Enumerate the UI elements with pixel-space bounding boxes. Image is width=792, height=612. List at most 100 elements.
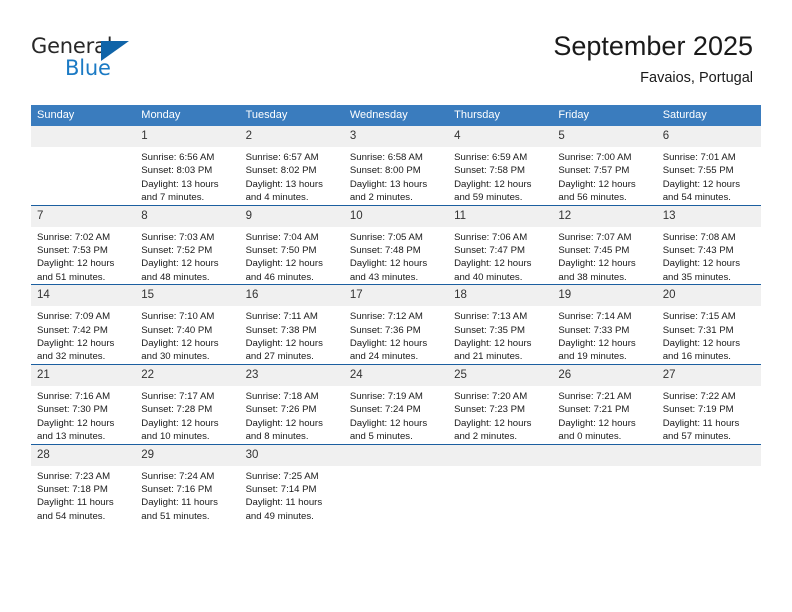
day-details: Sunrise: 7:23 AM Sunset: 7:18 PM Daylight:… (31, 466, 135, 524)
sunrise-time: Sunrise: 7:09 AM (37, 311, 111, 323)
day-number: 12 (552, 205, 657, 227)
daylight-duration-line2: and 59 minutes. (454, 192, 523, 204)
sunset-time: Sunset: 7:58 PM (454, 165, 526, 177)
calendar-day-cell[interactable]: 24 Sunrise: 7:19 AM Sunset: 7:24 PM Dayligh… (343, 363, 449, 444)
weekday-header-tuesday: Tuesday (239, 105, 344, 126)
calendar-day-cell[interactable]: 28 Sunrise: 7:23 AM Sunset: 7:18 PM Dayligh… (31, 443, 136, 524)
day-number: 22 (135, 364, 240, 386)
daylight-duration-line2: and 2 minutes. (349, 192, 413, 204)
sunset-time: Sunset: 7:36 PM (349, 324, 421, 336)
calendar-day-cell[interactable]: 4 Sunrise: 6:59 AM Sunset: 7:58 PM Daylight… (448, 126, 553, 206)
calendar-day-cell[interactable]: 30 Sunrise: 7:25 AM Sunset: 7:14 PM Dayligh… (239, 443, 344, 524)
daylight-duration-line2: and 27 minutes. (245, 351, 314, 363)
general-blue-logo[interactable]: General Blue (31, 34, 161, 84)
page-title: September 2025 (553, 31, 753, 61)
daylight-duration-line1: Daylight: 12 hours (454, 258, 532, 270)
day-number: 7 (31, 205, 136, 227)
logo-text-blue: Blue (65, 56, 111, 80)
day-details: Sunrise: 7:14 AM Sunset: 7:33 PM Daylight:… (552, 306, 656, 364)
sunrise-time: Sunrise: 7:14 AM (558, 311, 632, 323)
daylight-duration-line1: Daylight: 12 hours (141, 258, 219, 270)
sunrise-time: Sunrise: 7:20 AM (454, 390, 528, 402)
day-number: 19 (552, 285, 657, 307)
daylight-duration-line2: and 46 minutes. (245, 271, 314, 283)
calendar-day-cell[interactable]: 21 Sunrise: 7:16 AM Sunset: 7:30 PM Dayligh… (31, 363, 136, 444)
day-number: 9 (239, 205, 344, 227)
sunrise-time: Sunrise: 7:07 AM (558, 231, 632, 243)
day-number: 2 (239, 126, 344, 147)
calendar-day-cell[interactable]: 27 Sunrise: 7:22 AM Sunset: 7:19 PM Dayligh… (656, 363, 761, 444)
calendar-empty-cell (656, 443, 761, 524)
calendar-day-cell[interactable]: 20 Sunrise: 7:15 AM Sunset: 7:31 PM Dayligh… (656, 284, 761, 365)
calendar-day-cell[interactable]: 13 Sunrise: 7:08 AM Sunset: 7:43 PM Dayligh… (656, 204, 761, 285)
calendar-day-cell[interactable]: 19 Sunrise: 7:14 AM Sunset: 7:33 PM Dayligh… (552, 284, 657, 365)
daylight-duration-line2: and 21 minutes. (454, 351, 523, 363)
day-details: Sunrise: 7:06 AM Sunset: 7:47 PM Daylight:… (448, 227, 552, 285)
daylight-duration-line1: Daylight: 11 hours (662, 417, 740, 429)
calendar-week-row: 14 Sunrise: 7:09 AM Sunset: 7:42 PM Dayligh… (31, 284, 761, 365)
daylight-duration-line2: and 8 minutes. (245, 431, 309, 443)
sunset-time: Sunset: 7:45 PM (558, 245, 630, 257)
daylight-duration-line2: and 54 minutes. (662, 192, 731, 204)
calendar-day-cell[interactable]: 11 Sunrise: 7:06 AM Sunset: 7:47 PM Dayligh… (448, 204, 553, 285)
calendar-day-cell[interactable]: 9 Sunrise: 7:04 AM Sunset: 7:50 PM Daylight… (239, 204, 344, 285)
calendar-day-cell[interactable]: 22 Sunrise: 7:17 AM Sunset: 7:28 PM Dayligh… (135, 363, 240, 444)
sunrise-time: Sunrise: 7:03 AM (141, 231, 215, 243)
calendar-day-cell[interactable]: 7 Sunrise: 7:02 AM Sunset: 7:53 PM Daylight… (31, 204, 136, 285)
day-number: 3 (343, 126, 449, 147)
sunset-time: Sunset: 7:18 PM (37, 483, 108, 495)
calendar-day-cell[interactable]: 10 Sunrise: 7:05 AM Sunset: 7:48 PM Dayligh… (343, 204, 449, 285)
sunrise-time: Sunrise: 7:00 AM (558, 152, 632, 163)
day-details: Sunrise: 6:59 AM Sunset: 7:58 PM Daylight:… (448, 147, 552, 205)
calendar-day-cell[interactable]: 25 Sunrise: 7:20 AM Sunset: 7:23 PM Dayligh… (448, 363, 553, 444)
sunrise-time: Sunrise: 7:06 AM (454, 231, 528, 243)
day-number (552, 444, 657, 466)
day-number: 8 (135, 205, 240, 227)
daylight-duration-line2: and 54 minutes. (37, 510, 106, 522)
sunset-time: Sunset: 7:47 PM (454, 245, 526, 257)
day-number: 17 (343, 285, 449, 307)
sunset-time: Sunset: 7:57 PM (558, 165, 630, 177)
calendar-day-cell[interactable]: 16 Sunrise: 7:11 AM Sunset: 7:38 PM Dayligh… (239, 284, 344, 365)
calendar-day-cell[interactable]: 2 Sunrise: 6:57 AM Sunset: 8:02 PM Daylight… (239, 126, 344, 206)
sunrise-time: Sunrise: 6:56 AM (141, 152, 215, 163)
day-details: Sunrise: 7:12 AM Sunset: 7:36 PM Daylight:… (344, 306, 448, 364)
sunrise-time: Sunrise: 7:04 AM (245, 231, 319, 243)
calendar-week-row: 1 Sunrise: 6:56 AM Sunset: 8:03 PM Daylight… (31, 126, 761, 206)
daylight-duration-line2: and 56 minutes. (558, 192, 627, 204)
sunset-time: Sunset: 7:38 PM (245, 324, 317, 336)
day-number: 13 (656, 205, 761, 227)
calendar-day-cell[interactable]: 8 Sunrise: 7:03 AM Sunset: 7:52 PM Daylight… (135, 204, 240, 285)
calendar-day-cell[interactable]: 29 Sunrise: 7:24 AM Sunset: 7:16 PM Dayligh… (135, 443, 240, 524)
sunrise-time: Sunrise: 6:57 AM (245, 152, 319, 163)
day-number: 5 (552, 126, 657, 147)
calendar-day-cell[interactable]: 15 Sunrise: 7:10 AM Sunset: 7:40 PM Dayligh… (135, 284, 240, 365)
calendar-day-cell[interactable]: 17 Sunrise: 7:12 AM Sunset: 7:36 PM Dayligh… (343, 284, 449, 365)
calendar-day-cell[interactable]: 23 Sunrise: 7:18 AM Sunset: 7:26 PM Dayligh… (239, 363, 344, 444)
sunset-time: Sunset: 7:53 PM (37, 245, 108, 257)
daylight-duration-line2: and 24 minutes. (349, 351, 419, 363)
calendar-day-cell[interactable]: 18 Sunrise: 7:13 AM Sunset: 7:35 PM Dayligh… (448, 284, 553, 365)
calendar-day-cell[interactable]: 3 Sunrise: 6:58 AM Sunset: 8:00 PM Daylight… (343, 126, 449, 206)
sunset-time: Sunset: 8:02 PM (245, 165, 317, 177)
calendar-day-cell[interactable]: 12 Sunrise: 7:07 AM Sunset: 7:45 PM Dayligh… (552, 204, 657, 285)
day-details: Sunrise: 7:22 AM Sunset: 7:19 PM Daylight:… (657, 386, 761, 444)
calendar-empty-cell (31, 126, 136, 206)
daylight-duration-line2: and 16 minutes. (662, 351, 731, 363)
daylight-duration-line1: Daylight: 12 hours (141, 417, 219, 429)
sunset-time: Sunset: 7:35 PM (454, 324, 526, 336)
day-details: Sunrise: 7:09 AM Sunset: 7:42 PM Daylight:… (31, 306, 135, 364)
daylight-duration-line2: and 5 minutes. (349, 431, 413, 443)
daylight-duration-line1: Daylight: 12 hours (349, 338, 428, 350)
daylight-duration-line2: and 7 minutes. (141, 192, 205, 204)
calendar-day-cell[interactable]: 6 Sunrise: 7:01 AM Sunset: 7:55 PM Daylight… (656, 126, 761, 206)
calendar-week-row: 7 Sunrise: 7:02 AM Sunset: 7:53 PM Daylight… (31, 204, 761, 285)
calendar-day-cell[interactable]: 26 Sunrise: 7:21 AM Sunset: 7:21 PM Dayligh… (552, 363, 657, 444)
daylight-duration-line2: and 13 minutes. (37, 431, 106, 443)
daylight-duration-line1: Daylight: 11 hours (141, 497, 218, 509)
day-details: Sunrise: 7:11 AM Sunset: 7:38 PM Daylight:… (240, 306, 344, 364)
day-number (31, 126, 136, 147)
calendar-day-cell[interactable]: 5 Sunrise: 7:00 AM Sunset: 7:57 PM Daylight… (552, 126, 657, 206)
calendar-day-cell[interactable]: 1 Sunrise: 6:56 AM Sunset: 8:03 PM Daylight… (135, 126, 240, 206)
calendar-day-cell[interactable]: 14 Sunrise: 7:09 AM Sunset: 7:42 PM Dayligh… (31, 284, 136, 365)
